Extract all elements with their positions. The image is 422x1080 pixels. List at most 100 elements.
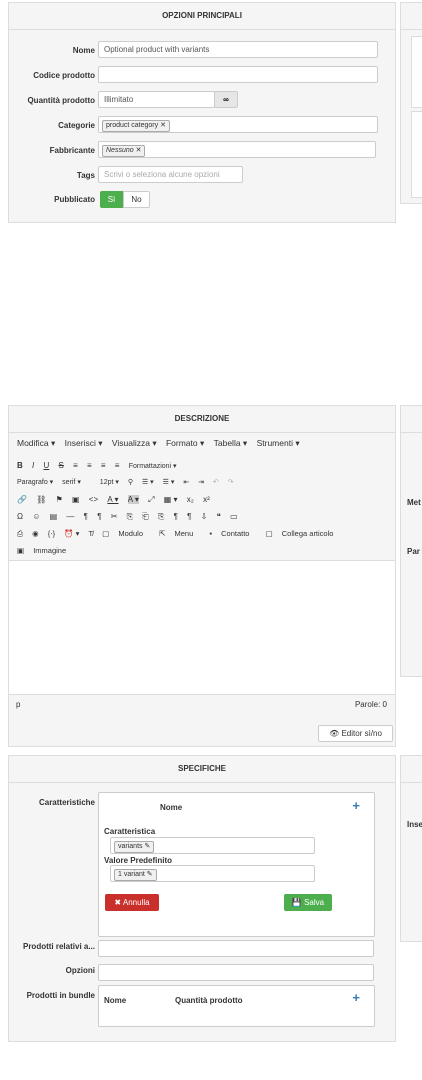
name-input[interactable]: Optional product with variants [98, 41, 378, 58]
paste-text-icon[interactable]: ⎘ [158, 512, 164, 522]
image-icon[interactable]: ▣ [72, 495, 80, 504]
editor-content-area[interactable] [9, 560, 395, 695]
emoticon-icon[interactable]: ☺ [32, 512, 40, 521]
print-icon[interactable]: ⎙ [17, 529, 23, 539]
default-value-tag[interactable]: 1 variant ✎ [114, 869, 157, 881]
text-color-icon[interactable]: A ▾ [107, 495, 118, 504]
menu-visualizza[interactable]: Visualizza ▾ [112, 438, 157, 449]
font-family-dropdown[interactable]: serif ▾ [62, 478, 81, 486]
anchor-icon[interactable]: ⚑ [56, 495, 63, 504]
menu-button[interactable]: ⇱ Menu [159, 529, 200, 538]
special-char-icon[interactable]: Ω [17, 512, 23, 521]
default-value-select[interactable]: 1 variant ✎ [110, 865, 315, 882]
blockquote-icon[interactable]: ❝ [217, 512, 221, 521]
upload-icon[interactable]: ⇩ [201, 512, 208, 521]
visualblocks-icon[interactable]: ¶ [174, 512, 178, 521]
article-icon: ▢ [265, 529, 273, 538]
superscript-icon[interactable]: x² [203, 495, 210, 504]
menu-tabella[interactable]: Tabella ▾ [214, 438, 248, 449]
description-panel: DESCRIZIONE Modifica ▾ Inserisci ▾ Visua… [8, 405, 396, 747]
bold-button[interactable]: B [17, 461, 23, 470]
media-icon[interactable]: ▤ [50, 512, 58, 521]
menu-formato[interactable]: Formato ▾ [166, 438, 204, 449]
menu-inserisci[interactable]: Inserisci ▾ [65, 438, 103, 449]
code-sample-icon[interactable]: {⋅} [48, 529, 55, 538]
redo-icon[interactable]: ↷ [228, 478, 234, 486]
features-box: Nome + Caratteristica variants ✎ Valore … [98, 792, 375, 937]
options-input[interactable] [98, 964, 374, 981]
underline-button[interactable]: U [43, 461, 49, 470]
cancel-button[interactable]: ✖ Annulla [105, 894, 159, 911]
align-center-icon[interactable]: ≡ [87, 461, 92, 470]
specifications-title: SPECIFICHE [9, 756, 395, 783]
quantity-input[interactable]: Illimitato [98, 91, 215, 108]
menu-strumenti[interactable]: Strumenti ▾ [257, 438, 300, 449]
copy-icon[interactable]: ⎘ [127, 512, 133, 522]
categories-select[interactable]: product category ✕ [98, 116, 378, 133]
editor-toggle-button[interactable]: 👁 Editor sì/no [318, 725, 393, 742]
font-size-dropdown[interactable]: 12pt ▾ [100, 478, 119, 486]
tags-input[interactable]: Scrivi o seleziona alcune opzioni [98, 166, 243, 183]
manufacturer-tag-label: Nessuno [106, 147, 134, 154]
contact-label: Contatto [221, 529, 250, 538]
paste-icon[interactable]: ⎗ [142, 512, 148, 522]
add-feature-icon[interactable]: + [352, 798, 360, 813]
italic-button[interactable]: I [32, 461, 34, 470]
feature-select[interactable]: variants ✎ [110, 837, 315, 854]
remove-tag-icon[interactable]: ✕ [136, 147, 142, 154]
link-article-button[interactable]: ▢ Collega articolo [266, 529, 341, 538]
toolbar-row-4: Ω ☺ ▤ — ¶ ¶ ✂ ⎘ ⎗ ⎘ ¶ ¶ ⇩ ❝ ▭ [17, 512, 245, 522]
paragraph-dropdown[interactable]: Paragrafo ▾ [17, 478, 53, 486]
save-button[interactable]: 💾 Salva [284, 894, 332, 911]
ltr-icon[interactable]: ¶ [84, 512, 88, 521]
related-products-input[interactable] [98, 940, 374, 957]
published-label: Pubblicato [54, 195, 95, 204]
align-right-icon[interactable]: ≡ [101, 461, 106, 470]
align-justify-icon[interactable]: ≡ [115, 461, 120, 470]
fullscreen-icon[interactable]: ⤢ [148, 495, 154, 505]
align-left-icon[interactable]: ≡ [73, 461, 78, 470]
preview-icon[interactable]: ◉ [32, 529, 39, 538]
toolbar-row-6: ▣ Immagine [17, 546, 80, 555]
feature-tag[interactable]: variants ✎ [114, 841, 155, 853]
image-icon: ▣ [17, 546, 25, 555]
datetime-icon[interactable]: ⏰ ▾ [64, 529, 79, 538]
strikethrough-button[interactable]: S [59, 461, 64, 470]
published-no-button[interactable]: No [123, 191, 150, 208]
visualchars-icon[interactable]: ¶ [187, 512, 191, 521]
clear-format-icon[interactable]: T̸ [89, 529, 94, 538]
bundle-label: Prodotti in bundle [26, 991, 95, 1000]
manufacturer-tag[interactable]: Nessuno ✕ [102, 145, 146, 157]
contact-button[interactable]: ▪ Contatto [209, 529, 256, 538]
indent-icon[interactable]: ⇥ [198, 478, 204, 486]
undo-icon[interactable]: ↶ [213, 478, 219, 486]
table-icon[interactable]: ▦ ▾ [164, 495, 178, 504]
manufacturer-select[interactable]: Nessuno ✕ [98, 141, 376, 158]
hr-icon[interactable]: — [66, 512, 74, 521]
unlink-icon[interactable]: ⛓ [36, 495, 46, 504]
template-icon[interactable]: ▭ [230, 512, 238, 521]
find-icon[interactable]: ⚲ [128, 478, 133, 486]
numbered-list-icon[interactable]: ☰ ▾ [163, 478, 175, 486]
eye-icon: 👁 [329, 729, 340, 738]
link-icon[interactable]: 🔗 [17, 495, 27, 504]
category-tag[interactable]: product category ✕ [102, 120, 170, 132]
outdent-icon[interactable]: ⇤ [183, 478, 189, 486]
rtl-icon[interactable]: ¶ [97, 512, 101, 521]
toolbar-row-5: ⎙ ◉ {⋅} ⏰ ▾ T̸ ▢ Modulo ⇱ Menu ▪ Contatt… [17, 529, 347, 539]
subscript-icon[interactable]: x₂ [187, 495, 194, 504]
bg-color-icon[interactable]: A ▾ [127, 495, 139, 504]
code-icon[interactable]: <> [89, 495, 98, 504]
product-code-input[interactable] [98, 66, 378, 83]
module-button[interactable]: ▢ Modulo [102, 529, 150, 538]
formats-dropdown[interactable]: Formattazioni ▾ [129, 462, 177, 470]
bullet-list-icon[interactable]: ☰ ▾ [142, 478, 154, 486]
editor-menubar: Modifica ▾ Inserisci ▾ Visualizza ▾ Form… [17, 438, 307, 449]
add-bundle-icon[interactable]: + [352, 990, 360, 1005]
remove-tag-icon[interactable]: ✕ [160, 122, 166, 129]
menu-modifica[interactable]: Modifica ▾ [17, 438, 55, 449]
published-yes-button[interactable]: Sì [100, 191, 123, 208]
image-button[interactable]: ▣ Immagine [17, 546, 73, 555]
infinity-button[interactable]: ∞ [214, 91, 238, 108]
cut-icon[interactable]: ✂ [111, 512, 118, 521]
